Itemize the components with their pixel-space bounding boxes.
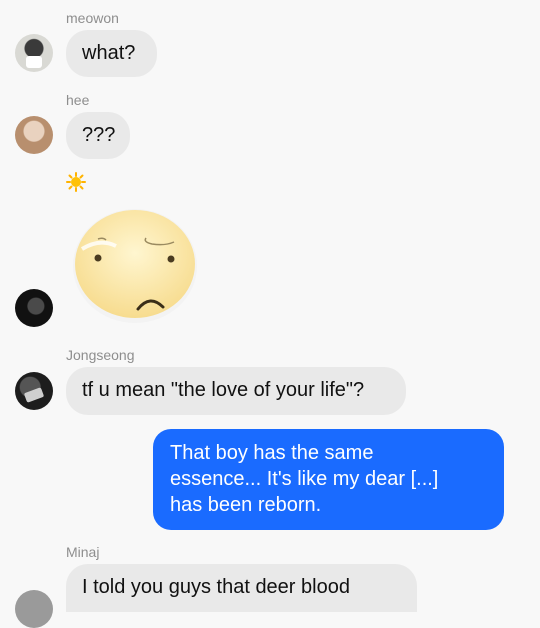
- user-avatar-jongseong[interactable]: [15, 372, 53, 410]
- sender-name-hee: hee: [66, 92, 90, 108]
- message-line: essence... It's like my dear [...]: [170, 468, 439, 490]
- sender-name-minaj: Minaj: [66, 544, 100, 560]
- user-avatar-meowon[interactable]: [15, 34, 53, 72]
- sender-name-meowon: meowon: [66, 10, 119, 26]
- sad-face-sticker[interactable]: [70, 206, 200, 328]
- message-bubble-incoming[interactable]: ???: [66, 112, 130, 159]
- sender-name-jongseong: Jongseong: [66, 347, 135, 363]
- message-bubble-outgoing[interactable]: That boy has the same essence... It's li…: [153, 429, 504, 530]
- message-bubble-incoming[interactable]: what?: [66, 30, 157, 77]
- message-line: has been reborn.: [170, 494, 322, 516]
- sun-emoji: [66, 172, 86, 192]
- user-avatar-minaj[interactable]: [15, 590, 53, 628]
- user-avatar-hee[interactable]: [15, 116, 53, 154]
- user-avatar-dark[interactable]: [15, 289, 53, 327]
- message-bubble-incoming[interactable]: tf u mean "the love of your life"?: [66, 367, 406, 415]
- message-bubble-incoming[interactable]: I told you guys that deer blood: [66, 564, 417, 612]
- message-line: That boy has the same: [170, 442, 374, 464]
